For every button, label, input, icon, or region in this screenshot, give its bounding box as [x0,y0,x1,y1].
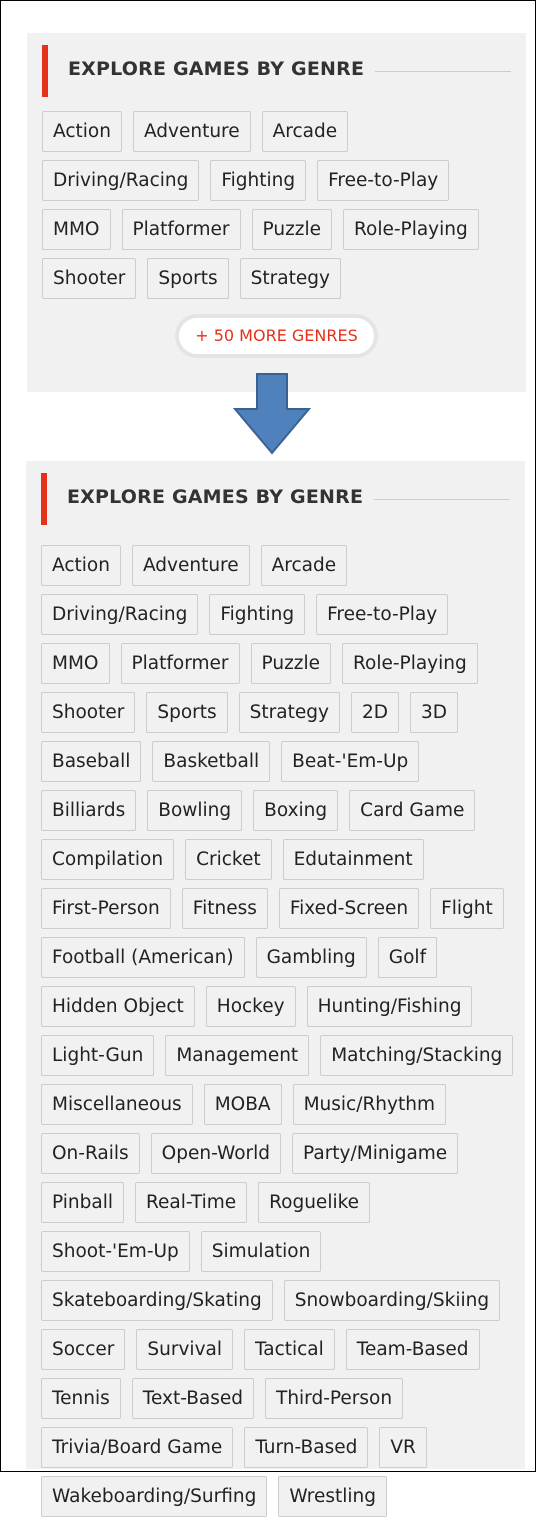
genre-tag[interactable]: MMO [42,209,111,250]
genre-tag[interactable]: Arcade [260,545,348,586]
genre-tag[interactable]: Card Game [349,790,476,831]
genre-tag[interactable]: Platformer [120,643,240,684]
genre-tag[interactable]: Real-Time [134,1182,248,1223]
genre-tag[interactable]: Music/Rhythm [292,1084,446,1125]
genre-tag[interactable]: Action [42,111,122,152]
genre-tag[interactable]: Snowboarding/Skiing [283,1280,501,1321]
genre-tag[interactable]: Bowling [147,790,243,831]
genre-tag[interactable]: Arcade [261,111,349,152]
genre-tag[interactable]: Roguelike [258,1182,371,1223]
genre-tag[interactable]: 2D [350,692,399,733]
genre-tag[interactable]: Cricket [185,839,272,880]
genre-tag[interactable]: Puzzle [250,643,332,684]
panel-header: EXPLORE GAMES BY GENRE [27,45,526,97]
genre-tag[interactable]: Billiards [41,790,137,831]
more-genres-button[interactable]: + 50 MORE GENRES [175,314,378,358]
genre-tag[interactable]: On-Rails [41,1133,140,1174]
genre-tag[interactable]: VR [379,1427,427,1468]
genre-tag[interactable]: Sports [146,692,228,733]
panel-header: EXPLORE GAMES BY GENRE [26,473,525,525]
genre-tag[interactable]: Hunting/Fishing [306,986,473,1027]
accent-bar [42,45,48,97]
genre-tag[interactable]: Wakeboarding/Surfing [41,1476,268,1517]
genre-tag[interactable]: Flight [430,888,504,929]
genre-tag[interactable]: First-Person [41,888,171,929]
genre-tag[interactable]: Sports [147,258,229,299]
genre-tag[interactable]: Fixed-Screen [278,888,420,929]
genre-tag[interactable]: Team-Based [345,1329,480,1370]
genre-tag[interactable]: Open-World [150,1133,282,1174]
genre-tag[interactable]: Light-Gun [41,1035,155,1076]
genre-tag[interactable]: Action [41,545,121,586]
genre-tag[interactable]: Football (American) [41,937,245,978]
genre-tag[interactable]: Third-Person [265,1378,404,1419]
genre-tag[interactable]: Fighting [210,160,307,201]
genre-tag[interactable]: Soccer [41,1329,126,1370]
genre-tag-list: Action Adventure Arcade Driving/Racing Fight… [42,111,516,299]
genre-tag[interactable]: Platformer [121,209,241,250]
more-genres-wrap: + 50 MORE GENRES [27,314,526,358]
genre-tag[interactable]: Simulation [200,1231,322,1272]
header-divider [375,71,511,72]
genre-panel-collapsed: EXPLORE GAMES BY GENRE Action Adventure Ar… [27,33,526,392]
genre-tag[interactable]: Shooter [41,692,136,733]
genre-tag[interactable]: Compilation [41,839,175,880]
genre-tag[interactable]: Puzzle [251,209,333,250]
genre-tag[interactable]: Adventure [131,545,250,586]
genre-tag[interactable]: Shoot-'Em-Up [41,1231,190,1272]
genre-tag[interactable]: Gambling [255,937,367,978]
genre-tag[interactable]: 3D [409,692,458,733]
genre-tag[interactable]: Tennis [41,1378,121,1419]
header-divider [374,499,510,500]
genre-tag[interactable]: Tactical [244,1329,335,1370]
genre-tag[interactable]: Wrestling [278,1476,388,1517]
genre-tag[interactable]: Strategy [239,258,341,299]
screenshot-frame: EXPLORE GAMES BY GENRE Action Adventure Ar… [0,0,536,1517]
genre-tag-list: Action Adventure Arcade Driving/Racing Fight… [41,545,515,1517]
genre-tag[interactable]: Miscellaneous [41,1084,193,1125]
genre-tag[interactable]: Driving/Racing [42,160,200,201]
genre-tag[interactable]: MMO [41,643,110,684]
genre-tag[interactable]: Matching/Stacking [320,1035,514,1076]
genre-tag[interactable]: Basketball [152,741,271,782]
genre-panel-expanded: EXPLORE GAMES BY GENRE Action Adventure Ar… [26,461,525,1517]
genre-tag[interactable]: Golf [377,937,438,978]
genre-tag[interactable]: Pinball [41,1182,124,1223]
genre-tag[interactable]: Free-to-Play [316,594,449,635]
genre-tag[interactable]: MOBA [203,1084,282,1125]
genre-tag[interactable]: Survival [136,1329,233,1370]
genre-tag[interactable]: Role-Playing [342,643,478,684]
genre-tag[interactable]: Strategy [238,692,340,733]
genre-tag[interactable]: Trivia/Board Game [41,1427,234,1468]
genre-tag[interactable]: Hidden Object [41,986,195,1027]
genre-tag[interactable]: Skateboarding/Skating [41,1280,273,1321]
genre-tag[interactable]: Baseball [41,741,142,782]
genre-tag[interactable]: Shooter [42,258,137,299]
genre-tag[interactable]: Management [165,1035,310,1076]
genre-tag[interactable]: Fitness [181,888,268,929]
genre-tag[interactable]: Turn-Based [244,1427,369,1468]
genre-tag[interactable]: Adventure [132,111,251,152]
genre-tag[interactable]: Beat-'Em-Up [281,741,420,782]
accent-bar [41,473,47,525]
genre-tag[interactable]: Text-Based [131,1378,255,1419]
genre-tag[interactable]: Free-to-Play [317,160,450,201]
genre-tag[interactable]: Party/Minigame [292,1133,459,1174]
genre-tag[interactable]: Edutainment [282,839,424,880]
panel-title: EXPLORE GAMES BY GENRE [67,486,364,508]
panel-title: EXPLORE GAMES BY GENRE [68,58,365,80]
genre-tag[interactable]: Role-Playing [343,209,479,250]
genre-tag[interactable]: Boxing [253,790,339,831]
genre-tag[interactable]: Hockey [205,986,296,1027]
down-arrow-icon [233,373,311,455]
genre-tag[interactable]: Driving/Racing [41,594,199,635]
genre-tag[interactable]: Fighting [209,594,306,635]
